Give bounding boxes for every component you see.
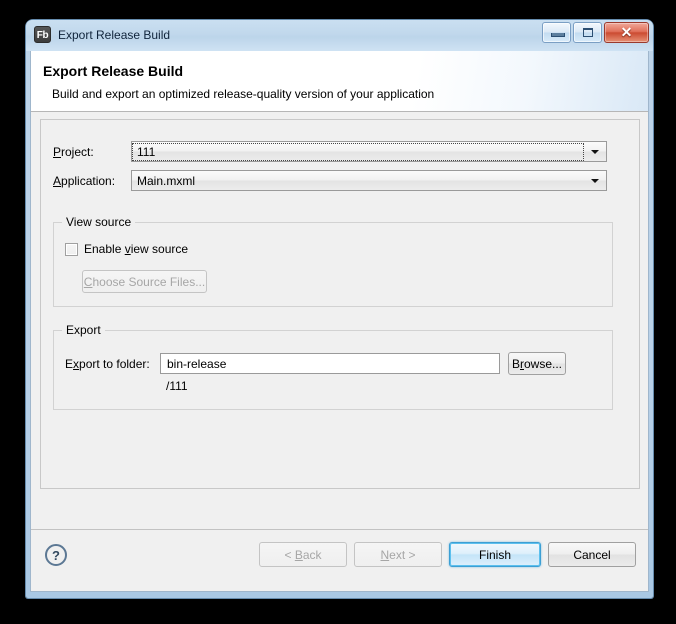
application-row: Application: Main.mxml [53,170,625,191]
application-label: Application: [53,173,116,188]
project-combobox[interactable]: 111 [131,141,607,162]
enable-view-source-label: Enable view source [84,242,189,256]
close-button[interactable]: ✕ [604,22,649,43]
close-icon: ✕ [620,24,633,40]
finish-button[interactable]: Finish [449,542,541,567]
view-source-group: View source Enable view source Choose So… [53,215,613,307]
export-path-suffix: /111 [166,379,188,393]
chevron-down-icon [591,149,599,154]
application-combobox[interactable]: Main.mxml [131,170,607,191]
page-title: Export Release Build [43,63,184,79]
choose-source-files-button[interactable]: Choose Source Files... [82,270,207,293]
enable-view-source-checkbox[interactable] [65,242,78,256]
enable-view-source-row[interactable]: Enable view source [65,242,188,256]
flash-builder-icon: Fb [34,26,51,43]
export-folder-label: Export to folder: [65,356,150,371]
help-icon[interactable]: ? [45,544,67,566]
view-source-group-title: View source [62,215,136,229]
cancel-label: Cancel [573,547,611,562]
project-combobox-value: 111 [132,142,584,161]
maximize-icon [583,28,593,37]
application-combobox-value: Main.mxml [137,173,196,188]
wizard-header: Export Release Build Build and export an… [31,51,648,112]
export-folder-row: Export to folder: bin-release Browse... [65,352,605,375]
back-button[interactable]: < Back [259,542,347,567]
next-button[interactable]: Next > [354,542,442,567]
title-bar[interactable]: Fb Export Release Build ✕ [26,20,653,51]
project-label: Project: [53,144,94,159]
dialog-body: Export Release Build Build and export an… [30,51,649,592]
footer-buttons: < Back Next > Finish Cancel [259,542,636,567]
title-bar-left: Fb Export Release Build [34,26,170,43]
maximize-button[interactable] [573,22,602,43]
wizard-content: Project: 111 Application: Main.mxml View… [31,112,648,529]
window-title: Export Release Build [58,27,171,42]
export-group: Export Export to folder: bin-release Bro… [53,323,613,410]
content-panel: Project: 111 Application: Main.mxml View… [40,119,640,489]
project-row: Project: 111 [53,141,625,162]
finish-label: Finish [478,547,511,562]
dialog-footer: ? < Back Next > Finish Cancel [31,529,648,591]
back-label: < Back [284,547,322,562]
window-controls: ✕ [542,22,649,43]
export-group-title: Export [62,323,105,337]
browse-label: Browse... [511,356,563,371]
choose-source-files-label: Choose Source Files... [83,274,206,289]
page-subtitle: Build and export an optimized release-qu… [52,87,435,101]
cancel-button[interactable]: Cancel [548,542,636,567]
browse-button[interactable]: Browse... [508,352,566,375]
minimize-button[interactable] [542,22,571,43]
next-label: Next > [380,547,416,562]
chevron-down-icon [591,178,599,183]
export-folder-input[interactable]: bin-release [160,353,500,374]
dialog-window: Fb Export Release Build ✕ Export Release… [23,17,656,601]
minimize-icon [551,33,565,37]
export-folder-value: bin-release [167,356,227,371]
